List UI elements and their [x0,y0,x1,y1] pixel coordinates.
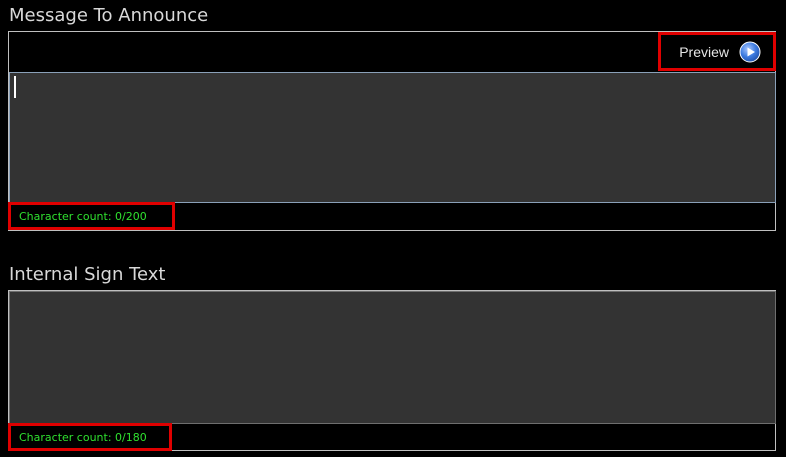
message-textarea[interactable] [9,72,776,203]
internal-sign-text-title: Internal Sign Text [9,264,166,285]
text-caret [14,76,16,98]
message-to-announce-title: Message To Announce [9,5,209,26]
sign-text-textarea[interactable] [9,291,776,424]
play-circle-icon [739,41,761,63]
preview-label: Preview [679,43,729,60]
sign-character-count: Character count: 0/180 [8,423,172,451]
message-character-count: Character count: 0/200 [8,202,175,230]
preview-button[interactable]: Preview [658,32,776,71]
